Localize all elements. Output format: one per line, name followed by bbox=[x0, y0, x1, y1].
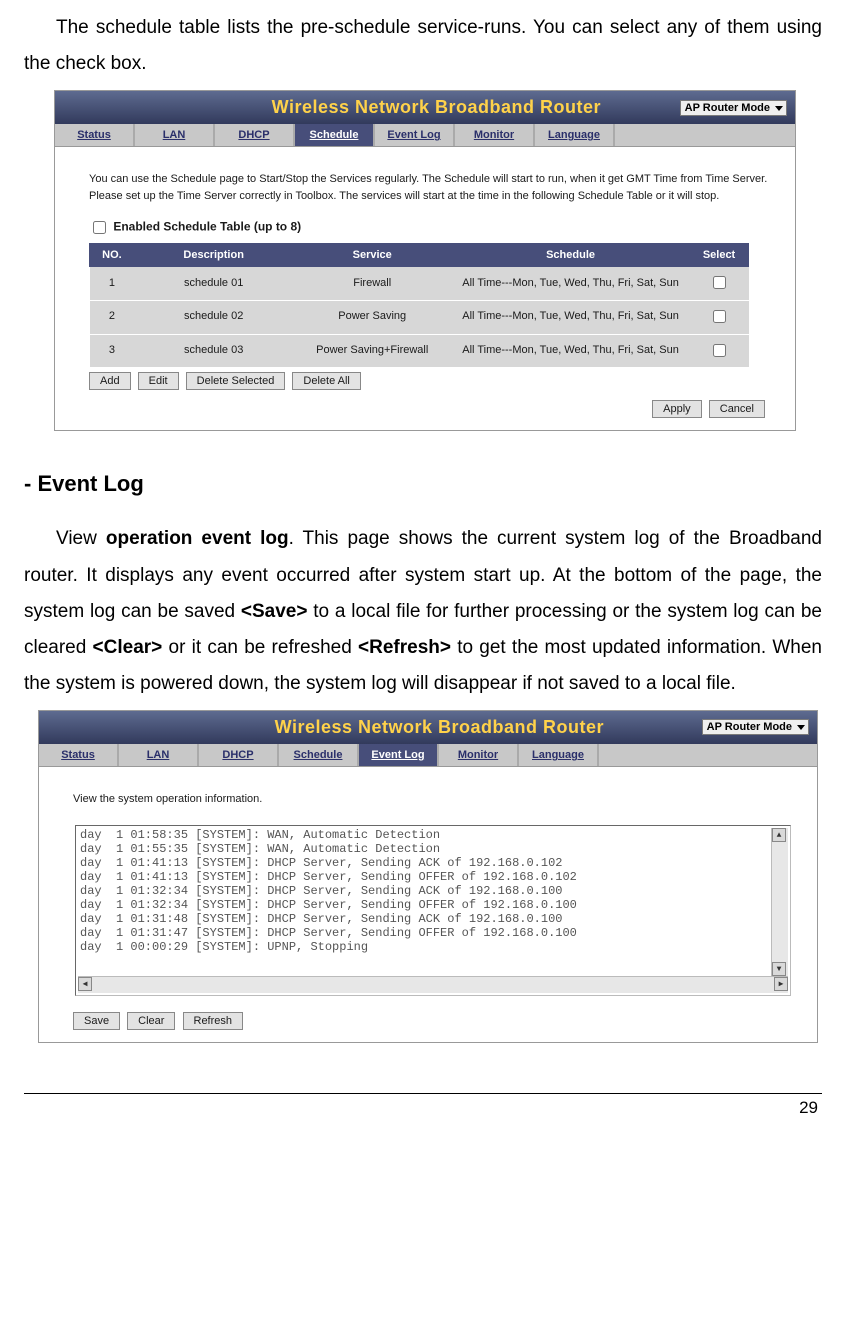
schedule-table: NO. Description Service Schedule Select … bbox=[89, 243, 749, 368]
delete-selected-button[interactable]: Delete Selected bbox=[186, 372, 286, 390]
scrollbar-vertical[interactable]: ▲ ▼ bbox=[771, 828, 788, 976]
edit-button[interactable]: Edit bbox=[138, 372, 179, 390]
scroll-right-icon[interactable]: ▶ bbox=[774, 977, 788, 991]
bold-text: <Refresh> bbox=[358, 637, 451, 658]
nav-schedule[interactable]: Schedule bbox=[279, 744, 359, 766]
nav-language[interactable]: Language bbox=[535, 124, 615, 146]
col-service: Service bbox=[293, 244, 452, 267]
bold-text: operation event log bbox=[106, 528, 289, 549]
nav-eventlog[interactable]: Event Log bbox=[375, 124, 455, 146]
cancel-button[interactable]: Cancel bbox=[709, 400, 765, 418]
cell-service: Power Saving+Firewall bbox=[293, 334, 452, 368]
enable-schedule-label: Enabled Schedule Table (up to 8) bbox=[113, 220, 301, 234]
mode-select[interactable]: AP Router Mode bbox=[680, 100, 787, 116]
bold-text: <Save> bbox=[241, 601, 308, 622]
add-button[interactable]: Add bbox=[89, 372, 131, 390]
cell-desc: schedule 02 bbox=[134, 300, 293, 334]
cell-no: 2 bbox=[90, 300, 135, 334]
router-title: Wireless Network Broadband Router bbox=[193, 97, 680, 118]
bold-text: <Clear> bbox=[93, 637, 163, 658]
schedule-screenshot: Wireless Network Broadband Router AP Rou… bbox=[54, 90, 796, 431]
scroll-left-icon[interactable]: ◀ bbox=[78, 977, 92, 991]
nav-language[interactable]: Language bbox=[519, 744, 599, 766]
scroll-down-icon[interactable]: ▼ bbox=[772, 962, 786, 976]
cell-service: Power Saving bbox=[293, 300, 452, 334]
delete-all-button[interactable]: Delete All bbox=[292, 372, 360, 390]
intro-paragraph: The schedule table lists the pre-schedul… bbox=[24, 10, 822, 82]
router-title: Wireless Network Broadband Router bbox=[177, 717, 702, 738]
nav-bar: Status LAN DHCP Schedule Event Log Monit… bbox=[55, 124, 795, 147]
row-select-checkbox[interactable] bbox=[713, 344, 726, 357]
scroll-up-icon[interactable]: ▲ bbox=[772, 828, 786, 842]
cell-desc: schedule 03 bbox=[134, 334, 293, 368]
log-textarea[interactable]: ▲ ▼ day 1 01:58:35 [SYSTEM]: WAN, Automa… bbox=[75, 825, 791, 996]
row-select-checkbox[interactable] bbox=[713, 310, 726, 323]
table-row: 2 schedule 02 Power Saving All Time---Mo… bbox=[90, 300, 749, 334]
cell-schedule: All Time---Mon, Tue, Wed, Thu, Fri, Sat,… bbox=[452, 300, 690, 334]
nav-lan[interactable]: LAN bbox=[135, 124, 215, 146]
clear-button[interactable]: Clear bbox=[127, 1012, 175, 1030]
col-schedule: Schedule bbox=[452, 244, 690, 267]
table-row: 3 schedule 03 Power Saving+Firewall All … bbox=[90, 334, 749, 368]
schedule-description: You can use the Schedule page to Start/S… bbox=[89, 171, 775, 204]
cell-schedule: All Time---Mon, Tue, Wed, Thu, Fri, Sat,… bbox=[452, 267, 690, 301]
save-button[interactable]: Save bbox=[73, 1012, 120, 1030]
eventlog-description: View the system operation information. bbox=[73, 791, 797, 808]
nav-dhcp[interactable]: DHCP bbox=[199, 744, 279, 766]
nav-monitor[interactable]: Monitor bbox=[455, 124, 535, 146]
event-log-paragraph: View operation event log. This page show… bbox=[24, 521, 822, 701]
col-no: NO. bbox=[90, 244, 135, 267]
row-select-checkbox[interactable] bbox=[713, 276, 726, 289]
nav-schedule[interactable]: Schedule bbox=[295, 124, 375, 146]
nav-status[interactable]: Status bbox=[55, 124, 135, 146]
nav-status[interactable]: Status bbox=[39, 744, 119, 766]
nav-dhcp[interactable]: DHCP bbox=[215, 124, 295, 146]
cell-no: 1 bbox=[90, 267, 135, 301]
log-content: day 1 01:58:35 [SYSTEM]: WAN, Automatic … bbox=[78, 828, 771, 976]
col-select: Select bbox=[690, 244, 749, 267]
mode-select[interactable]: AP Router Mode bbox=[702, 719, 809, 735]
text: or it can be refreshed bbox=[162, 637, 358, 658]
cell-schedule: All Time---Mon, Tue, Wed, Thu, Fri, Sat,… bbox=[452, 334, 690, 368]
enable-schedule-checkbox[interactable] bbox=[93, 221, 106, 234]
page-number: 29 bbox=[24, 1093, 822, 1118]
nav-eventlog[interactable]: Event Log bbox=[359, 744, 439, 766]
scrollbar-horizontal[interactable]: ◀ ▶ bbox=[78, 976, 788, 993]
apply-button[interactable]: Apply bbox=[652, 400, 702, 418]
nav-bar: Status LAN DHCP Schedule Event Log Monit… bbox=[39, 744, 817, 767]
table-row: 1 schedule 01 Firewall All Time---Mon, T… bbox=[90, 267, 749, 301]
cell-no: 3 bbox=[90, 334, 135, 368]
refresh-button[interactable]: Refresh bbox=[183, 1012, 244, 1030]
col-desc: Description bbox=[134, 244, 293, 267]
text: View bbox=[56, 528, 106, 549]
eventlog-screenshot: Wireless Network Broadband Router AP Rou… bbox=[38, 710, 818, 1044]
cell-desc: schedule 01 bbox=[134, 267, 293, 301]
nav-monitor[interactable]: Monitor bbox=[439, 744, 519, 766]
cell-service: Firewall bbox=[293, 267, 452, 301]
event-log-heading: - Event Log bbox=[24, 471, 822, 497]
nav-lan[interactable]: LAN bbox=[119, 744, 199, 766]
